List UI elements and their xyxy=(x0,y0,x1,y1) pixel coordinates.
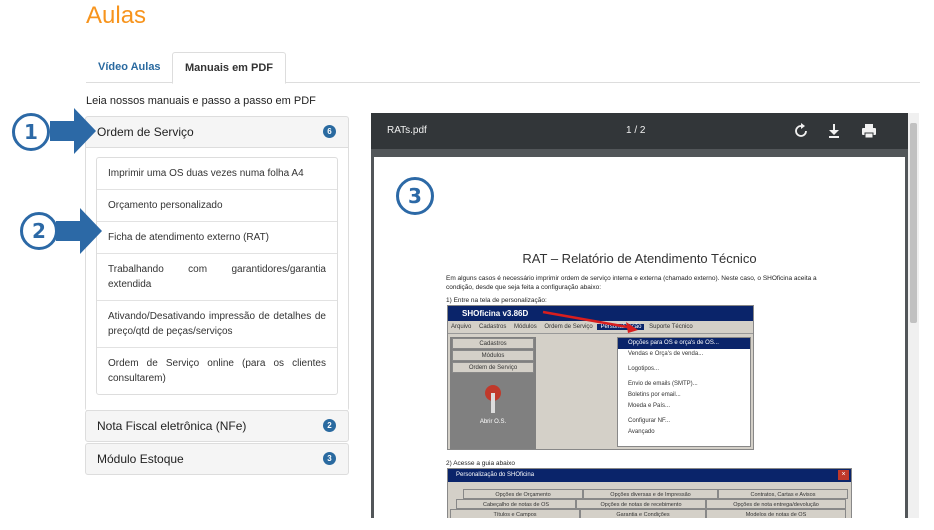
menu-label: Cadastros xyxy=(479,324,507,330)
pdf-title: RAT – Relatório de Atendimento Técnico xyxy=(522,251,757,266)
pdf-filename: RATs.pdf xyxy=(387,125,427,136)
app-left-label: Abrir O.S. xyxy=(479,419,507,425)
dialog-title-text: Personalização do SHOficina xyxy=(456,472,535,478)
dialog-tab: Garantia e Condições xyxy=(580,509,706,518)
dropdown-item: Vendas e Orça's de venda... xyxy=(628,351,704,357)
dialog-tab: Opções de nota entrega/devolução xyxy=(706,499,846,509)
manual-item-imprimir-os[interactable]: Imprimir uma OS duas vezes numa folha A4 xyxy=(97,158,337,190)
count-badge: 6 xyxy=(323,125,336,138)
dialog-tab: Modelos de notas de OS xyxy=(706,509,846,518)
rotate-icon[interactable] xyxy=(793,123,809,139)
app-dropdown: Opções para OS e orça's de OS... Vendas … xyxy=(617,337,751,447)
app-left-button: Ordem de Serviço xyxy=(452,362,534,373)
menu-label: Arquivo xyxy=(451,324,472,330)
dialog-title: Personalização do SHOficina × xyxy=(448,469,851,482)
accordion-ordem-de-servico: Ordem de Serviço 6 Imprimir uma OS duas … xyxy=(85,116,349,411)
pdf-step-1: 1) Entre na tela de personalização: xyxy=(446,297,547,304)
accordion-header-estoque[interactable]: Módulo Estoque 3 xyxy=(86,444,348,474)
pdf-toolbar: RATs.pdf 1 / 2 xyxy=(371,113,919,149)
dialog-tab: Opções diversas e de Impressão xyxy=(583,489,718,499)
dropdown-item: Opções para OS e orça's de OS... xyxy=(618,338,750,349)
accordion-title: Módulo Estoque xyxy=(97,452,184,466)
dropdown-item: Envio de emails (SMTP)... xyxy=(628,381,698,387)
dropdown-item: Avançado xyxy=(628,429,655,435)
page-indicator: 1 / 2 xyxy=(626,125,646,136)
arrow-right-icon xyxy=(56,208,102,254)
accordion-title: Nota Fiscal eletrônica (NFe) xyxy=(97,419,247,433)
manual-item-rat[interactable]: Ficha de atendimento externo (RAT) xyxy=(97,222,337,254)
callout-badge-2: 2 xyxy=(20,212,58,250)
count-badge: 2 xyxy=(323,419,336,432)
dropdown-item: Logotipos... xyxy=(628,366,660,372)
dialog-tab: Opções de notas de recebimento xyxy=(576,499,706,509)
manual-item-os-online[interactable]: Ordem de Serviço online (para os cliente… xyxy=(97,348,337,394)
red-arrow-icon xyxy=(542,310,638,333)
manual-item-detalhes-preco[interactable]: Ativando/Desativando impressão de detalh… xyxy=(97,301,337,348)
menu-label: Módulos xyxy=(514,324,537,330)
accordion-estoque: Módulo Estoque 3 xyxy=(85,443,349,475)
accordion-header-ordem-de-servico[interactable]: Ordem de Serviço 6 xyxy=(86,117,348,147)
pdf-scrollbar[interactable] xyxy=(908,113,919,518)
dialog-tab-row: Títulos e Campos Garantia e Condições Mo… xyxy=(448,509,851,518)
dialog-tab: Cabeçalho de notas de OS xyxy=(456,499,576,509)
download-icon[interactable] xyxy=(826,123,842,139)
print-icon[interactable] xyxy=(861,123,877,139)
intro-text: Leia nossos manuais e passo a passo em P… xyxy=(86,95,316,107)
pdf-page: 3 RAT – Relatório de Atendimento Técnico… xyxy=(374,157,905,518)
manual-list: Imprimir uma OS duas vezes numa folha A4… xyxy=(96,157,338,395)
accordion-body: Imprimir uma OS duas vezes numa folha A4… xyxy=(86,147,348,410)
dialog-tab: Contratos, Cartas e Avisos xyxy=(718,489,848,499)
dropdown-item: Boletins por email... xyxy=(628,392,681,398)
dialog-tab-row: Opções de Orçamento Opções diversas e de… xyxy=(448,489,851,499)
pdf-screenshot-dialog: Personalização do SHOficina × Opções de … xyxy=(447,468,852,518)
dialog-tab: Títulos e Campos xyxy=(450,509,580,518)
app-left-button: Cadastros xyxy=(452,338,534,349)
accordion-header-nfe[interactable]: Nota Fiscal eletrônica (NFe) 2 xyxy=(86,411,348,441)
page-title: Aulas xyxy=(86,2,147,29)
pdf-screenshot-app: SHOficina v3.86D Arquivo Cadastros Módul… xyxy=(447,305,754,450)
wrench-icon xyxy=(485,385,501,413)
tab-video-aulas[interactable]: Vídeo Aulas xyxy=(86,52,173,83)
accordion-title: Ordem de Serviço xyxy=(97,125,194,139)
dropdown-item: Moeda e País... xyxy=(628,403,671,409)
pdf-viewer[interactable]: RATs.pdf 1 / 2 3 RAT – Relatório de Aten… xyxy=(371,113,919,518)
scrollbar-thumb[interactable] xyxy=(910,123,917,323)
dialog-tab: Opções de Orçamento xyxy=(463,489,583,499)
tab-bar: Vídeo Aulas Manuais em PDF xyxy=(86,52,920,84)
arrow-right-icon xyxy=(50,108,96,154)
tab-manuais-pdf[interactable]: Manuais em PDF xyxy=(172,52,287,84)
callout-badge-3: 3 xyxy=(396,177,434,215)
pdf-step-2: 2) Acesse a guia abaixo xyxy=(446,460,516,467)
dialog-tab-row: Cabeçalho de notas de OS Opções de notas… xyxy=(448,499,851,509)
close-icon: × xyxy=(838,470,849,480)
pdf-paragraph: Em alguns casos é necessário imprimir or… xyxy=(446,275,817,291)
manual-item-garantia[interactable]: Trabalhando com garantidores/garantia ex… xyxy=(97,254,337,301)
count-badge: 3 xyxy=(323,452,336,465)
manual-item-orcamento[interactable]: Orçamento personalizado xyxy=(97,190,337,222)
app-left-panel: Cadastros Módulos Ordem de Serviço Abrir… xyxy=(450,337,536,449)
accordion-nfe: Nota Fiscal eletrônica (NFe) 2 xyxy=(85,410,349,442)
app-left-button: Módulos xyxy=(452,350,534,361)
dropdown-item: Configurar NF... xyxy=(628,418,671,424)
callout-badge-1: 1 xyxy=(12,113,50,151)
